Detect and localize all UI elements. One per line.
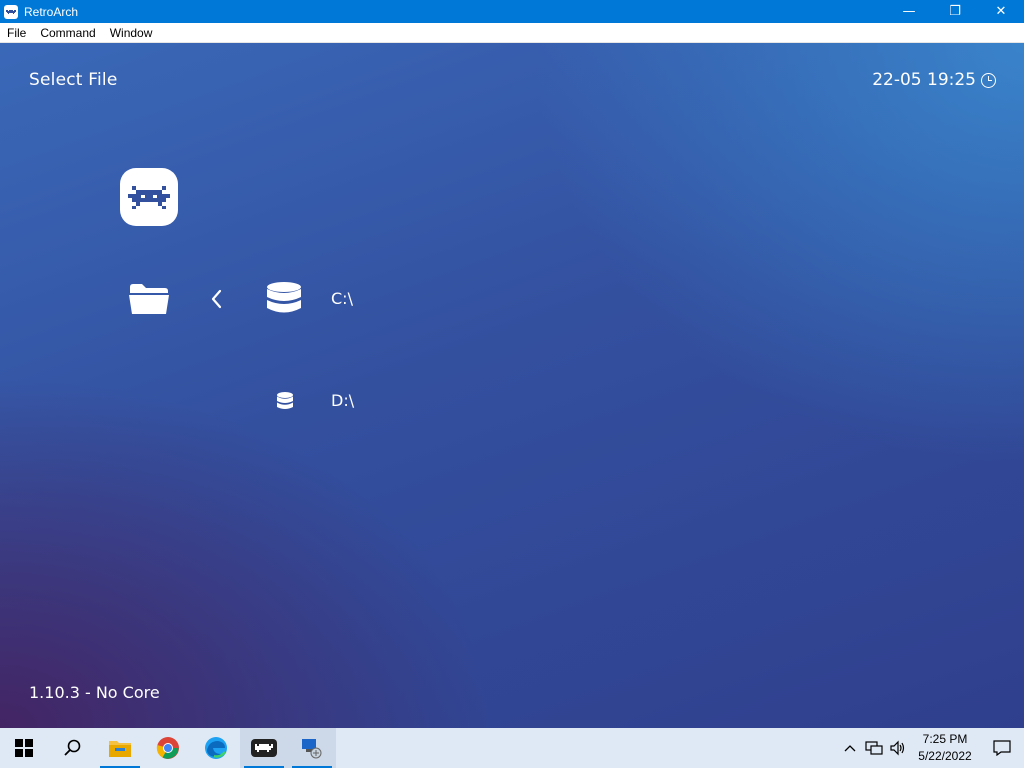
notification-icon[interactable] [980,728,1024,768]
retroarch-app-icon [4,4,18,19]
network-icon[interactable] [862,728,886,768]
taskbar: 7:25 PM 5/22/2022 [0,728,1024,768]
page-title: Select File [29,70,118,90]
window-title: RetroArch [24,4,79,19]
folder-icon[interactable] [128,283,170,315]
drive-icon[interactable] [276,391,294,411]
title-bar: RetroArch — ❐ ✕ [0,0,1024,23]
taskbar-date: 5/22/2022 [918,749,972,763]
clock-icon [981,72,996,88]
system-tray: 7:25 PM 5/22/2022 [838,728,1024,768]
drive-icon[interactable] [266,281,302,317]
drive-entry-d[interactable]: D:\ [331,391,354,410]
main-view: Select File 22-05 19:25 C:\ D:\ 1.10.3 -… [0,43,1024,728]
clock-text: 22-05 19:25 [872,70,976,90]
menu-bar: File Command Window [0,23,1024,43]
close-button[interactable]: ✕ [978,0,1024,23]
file-explorer-icon[interactable] [96,728,144,768]
volume-icon[interactable] [886,728,910,768]
minimize-button[interactable]: — [886,0,932,23]
edge-icon[interactable] [192,728,240,768]
network-app-icon[interactable] [288,728,336,768]
menu-window[interactable]: Window [103,26,160,40]
search-icon[interactable] [48,728,96,768]
taskbar-time: 7:25 PM [922,732,968,746]
start-icon[interactable] [0,728,48,768]
chevron-up-icon[interactable] [838,728,862,768]
retroarch-logo-icon[interactable] [120,168,178,226]
menu-file[interactable]: File [0,26,33,40]
chrome-icon[interactable] [144,728,192,768]
menu-command[interactable]: Command [33,26,102,40]
taskbar-clock[interactable]: 7:25 PM 5/22/2022 [910,731,980,765]
retroarch-taskbar-icon[interactable] [240,728,288,768]
maximize-button[interactable]: ❐ [932,0,978,23]
drive-entry-c[interactable]: C:\ [331,289,353,308]
version-label: 1.10.3 - No Core [29,683,160,702]
header-clock: 22-05 19:25 [872,70,996,90]
chevron-left-icon[interactable] [208,287,224,311]
